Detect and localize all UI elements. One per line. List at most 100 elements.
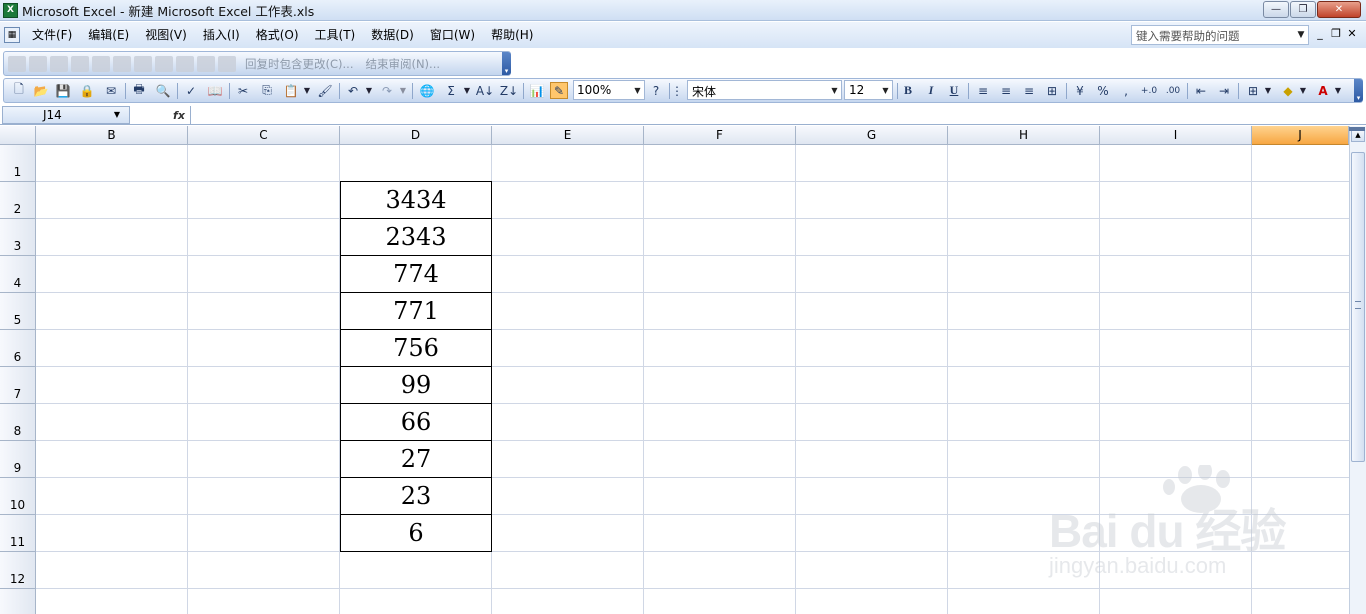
doc-close-icon[interactable]: ✕ — [1346, 27, 1358, 40]
font-color-dropdown-icon[interactable]: ▼ — [1333, 82, 1343, 99]
row-header-8[interactable]: 8 — [0, 404, 36, 441]
row-header-2[interactable]: 2 — [0, 182, 36, 219]
currency-icon[interactable]: ¥ — [1071, 82, 1089, 99]
close-icon[interactable]: ✕ — [1317, 1, 1361, 18]
save-icon[interactable]: 💾 — [54, 82, 72, 99]
fill-color-dropdown-icon[interactable]: ▼ — [1298, 82, 1308, 99]
help-search-input[interactable]: 键入需要帮助的问题 ▼ — [1131, 25, 1309, 45]
mail-recipient-icon[interactable] — [176, 55, 194, 72]
show-comment-icon[interactable] — [71, 55, 89, 72]
print-preview-icon[interactable]: 🔍 — [154, 82, 172, 99]
row-header-6[interactable]: 6 — [0, 330, 36, 367]
column-header-b[interactable]: B — [36, 126, 188, 145]
cell-d4[interactable]: 774 — [340, 255, 492, 293]
borders-dropdown-icon[interactable]: ▼ — [1263, 82, 1273, 99]
split-handle[interactable] — [1349, 127, 1365, 131]
toolbar-options-icon[interactable]: ▾ — [1354, 79, 1363, 102]
row-header-11[interactable]: 11 — [0, 515, 36, 552]
sort-ascending-icon[interactable]: A↓ — [476, 82, 494, 99]
percent-button[interactable]: % — [1094, 82, 1112, 99]
reply-icon[interactable] — [218, 55, 236, 72]
decrease-indent-icon[interactable]: ⇤ — [1192, 82, 1210, 99]
show-all-comments-icon[interactable] — [92, 55, 110, 72]
menu-format[interactable]: 格式(O) — [248, 25, 307, 45]
font-color-icon[interactable]: A — [1314, 82, 1332, 99]
chevron-down-icon[interactable]: ▼ — [632, 82, 643, 98]
next-comment-icon[interactable] — [50, 55, 68, 72]
cell-d9[interactable]: 27 — [340, 440, 492, 478]
cell-d5[interactable]: 771 — [340, 292, 492, 330]
hyperlink-icon[interactable]: 🌐 — [418, 82, 436, 99]
italic-button[interactable]: I — [922, 82, 940, 99]
excel-icon[interactable]: X — [3, 2, 18, 18]
format-painter-icon[interactable]: 🖌 — [316, 82, 334, 99]
permission-icon[interactable]: 🔒 — [78, 82, 96, 99]
open-icon[interactable]: 📂 — [32, 82, 50, 99]
comma-button[interactable]: , — [1117, 82, 1135, 99]
row-header-1[interactable]: 1 — [0, 145, 36, 182]
column-header-d[interactable]: D — [340, 126, 492, 145]
select-all-button[interactable] — [0, 126, 36, 145]
chart-wizard-icon[interactable]: 📊 — [528, 82, 546, 99]
paste-dropdown-icon[interactable]: ▼ — [302, 82, 312, 99]
cut-icon[interactable]: ✂ — [234, 82, 252, 99]
column-header-i[interactable]: I — [1100, 126, 1252, 145]
underline-button[interactable]: U — [945, 82, 963, 99]
toolbar-grip-icon[interactable]: ⋮ — [671, 82, 683, 99]
cell-d11[interactable]: 6 — [340, 514, 492, 552]
row-header-4[interactable]: 4 — [0, 256, 36, 293]
row-header-7[interactable]: 7 — [0, 367, 36, 404]
new-icon[interactable]: 🗋 — [10, 82, 28, 99]
menu-data[interactable]: 数据(D) — [363, 25, 422, 45]
reply-with-changes-button[interactable]: 回复时包含更改(C)... — [245, 56, 353, 72]
row-header-13[interactable] — [0, 589, 36, 614]
menu-tools[interactable]: 工具(T) — [307, 25, 364, 45]
undo-icon[interactable]: ↶ — [344, 82, 362, 99]
fill-color-icon[interactable]: ◆ — [1279, 82, 1297, 99]
delete-comment-icon[interactable] — [113, 55, 131, 72]
font-name-select[interactable]: 宋体 ▼ — [687, 80, 842, 100]
doc-minimize-icon[interactable]: _ — [1314, 27, 1326, 40]
cell-d7[interactable]: 99 — [340, 366, 492, 404]
decrease-decimal-icon[interactable]: .00 — [1164, 82, 1182, 99]
accept-change-icon[interactable] — [155, 55, 173, 72]
align-left-icon[interactable]: ≡ — [974, 82, 992, 99]
menu-edit[interactable]: 编辑(E) — [80, 25, 137, 45]
row-header-5[interactable]: 5 — [0, 293, 36, 330]
autosum-dropdown-icon[interactable]: ▼ — [462, 82, 472, 99]
increase-decimal-icon[interactable]: +.0 — [1140, 82, 1158, 99]
column-header-f[interactable]: F — [644, 126, 796, 145]
redo-dropdown-icon[interactable]: ▼ — [398, 82, 408, 99]
align-right-icon[interactable]: ≡ — [1020, 82, 1038, 99]
insert-function-icon[interactable]: fx — [170, 106, 188, 124]
previous-comment-icon[interactable] — [29, 55, 47, 72]
font-size-select[interactable]: 12 ▼ — [844, 80, 893, 100]
email-icon[interactable]: ✉ — [102, 82, 120, 99]
ink-annotations-icon[interactable] — [197, 55, 215, 72]
align-center-icon[interactable]: ≡ — [997, 82, 1015, 99]
sort-descending-icon[interactable]: Z↓ — [500, 82, 518, 99]
track-changes-icon[interactable] — [134, 55, 152, 72]
row-header-12[interactable]: 12 — [0, 552, 36, 589]
doc-restore-icon[interactable]: ❐ — [1330, 27, 1342, 40]
increase-indent-icon[interactable]: ⇥ — [1215, 82, 1233, 99]
menu-view[interactable]: 视图(V) — [137, 25, 195, 45]
paste-icon[interactable]: 📋 — [282, 82, 300, 99]
chevron-down-icon[interactable]: ▼ — [880, 82, 891, 98]
menu-file[interactable]: 文件(F) — [24, 25, 80, 45]
borders-icon[interactable]: ⊞ — [1244, 82, 1262, 99]
row-header-10[interactable]: 10 — [0, 478, 36, 515]
end-review-button[interactable]: 结束审阅(N)... — [365, 56, 440, 72]
vertical-scrollbar[interactable]: ▲ — [1349, 126, 1366, 614]
cell-d6[interactable]: 756 — [340, 329, 492, 367]
minimize-icon[interactable]: — — [1263, 1, 1289, 18]
help-icon[interactable]: ? — [647, 82, 665, 99]
menu-help[interactable]: 帮助(H) — [483, 25, 541, 45]
chevron-down-icon[interactable]: ▼ — [1295, 27, 1307, 43]
restore-icon[interactable]: ❐ — [1290, 1, 1316, 18]
merge-center-icon[interactable]: ⊞ — [1043, 82, 1061, 99]
column-header-j[interactable]: J — [1252, 126, 1349, 145]
column-header-c[interactable]: C — [188, 126, 340, 145]
row-header-9[interactable]: 9 — [0, 441, 36, 478]
column-header-g[interactable]: G — [796, 126, 948, 145]
